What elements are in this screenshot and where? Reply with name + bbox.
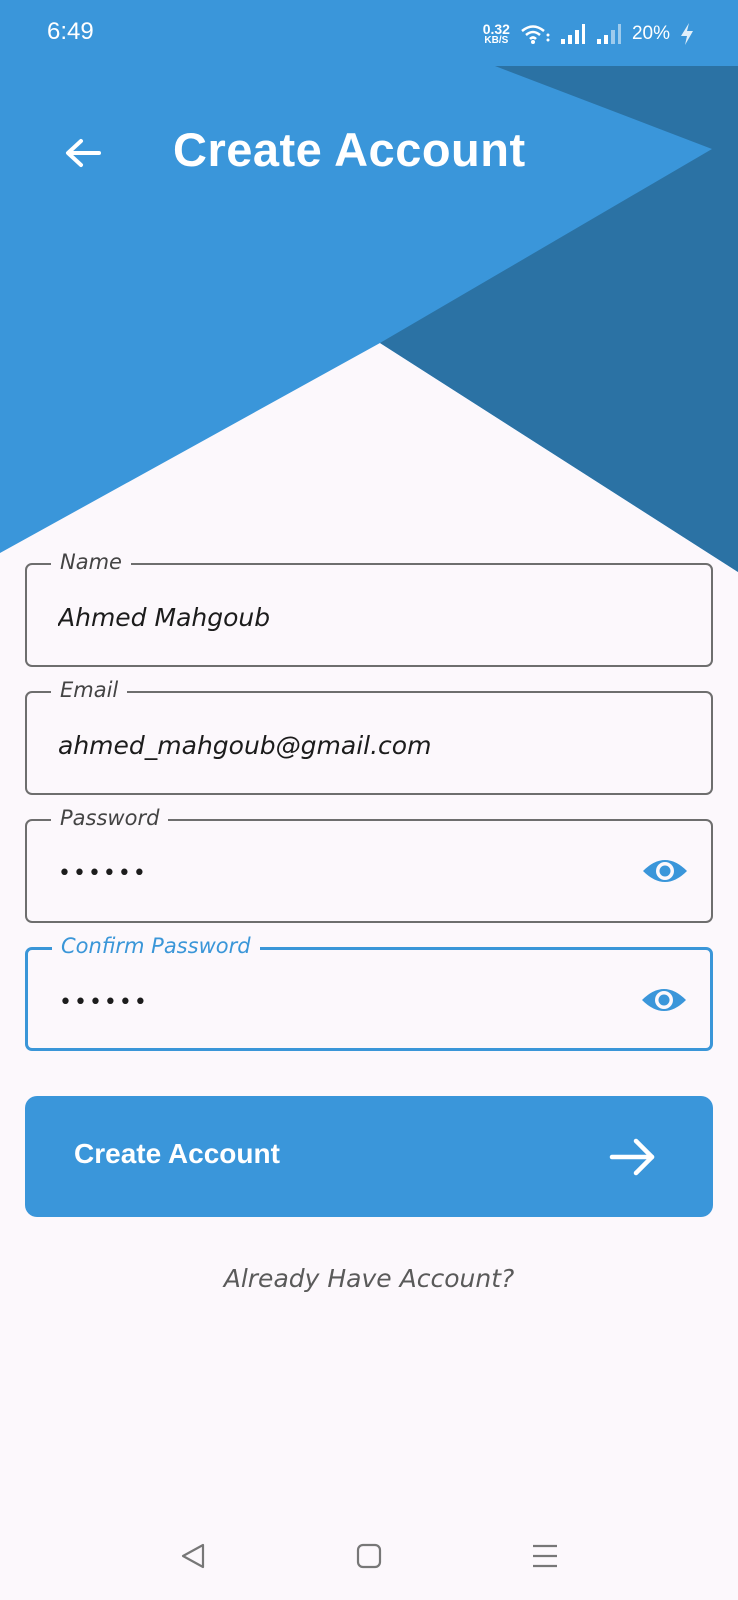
network-speed-value: 0.32 <box>482 21 510 37</box>
confirm-password-visibility-toggle[interactable] <box>640 980 688 1020</box>
email-field[interactable]: Email <box>25 678 713 795</box>
back-nav-icon <box>181 1543 205 1569</box>
eye-icon <box>643 860 687 882</box>
already-have-account-link[interactable]: Already Have Account? <box>0 1264 738 1293</box>
battery-level: 20% <box>631 23 670 44</box>
charging-icon <box>681 23 693 45</box>
password-input[interactable] <box>58 853 618 893</box>
arrow-right-icon <box>609 1138 655 1176</box>
status-bar: 6:49 0.32 KB/S 20% <box>0 0 738 66</box>
name-field[interactable]: Name <box>25 550 713 667</box>
page-title: Create Account <box>173 123 526 176</box>
password-field[interactable]: Password <box>25 806 713 923</box>
signal-weak-icon <box>596 24 621 44</box>
status-time: 6:49 <box>47 18 94 45</box>
eye-icon <box>642 989 686 1011</box>
password-label: Password <box>51 806 169 830</box>
create-account-button-label: Create Account <box>74 1138 280 1169</box>
email-label: Email <box>51 678 128 702</box>
wifi-icon <box>521 25 550 44</box>
status-icons: 0.32 KB/S 20% <box>483 14 694 54</box>
header-background <box>0 0 738 572</box>
nav-home-button[interactable] <box>349 1536 389 1576</box>
signal-icon <box>560 24 585 44</box>
nav-back-button[interactable] <box>173 1536 213 1576</box>
email-input[interactable] <box>58 725 618 765</box>
name-label: Name <box>51 550 131 574</box>
confirm-password-label: Confirm Password <box>52 934 260 958</box>
arrow-left-icon <box>66 139 101 167</box>
confirm-password-field[interactable]: Confirm Password <box>25 934 713 1051</box>
name-input[interactable] <box>58 597 618 637</box>
create-account-button[interactable]: Create Account <box>25 1096 713 1217</box>
network-speed-unit: KB/S <box>484 35 509 46</box>
recents-nav-icon <box>533 1544 557 1568</box>
system-nav-bar <box>0 1508 738 1600</box>
password-visibility-toggle[interactable] <box>641 851 689 891</box>
network-speed: 0.32 KB/S <box>483 22 510 46</box>
back-button[interactable] <box>56 126 110 180</box>
confirm-password-input[interactable] <box>59 982 619 1022</box>
nav-recents-button[interactable] <box>525 1536 565 1576</box>
home-nav-icon <box>356 1543 382 1569</box>
